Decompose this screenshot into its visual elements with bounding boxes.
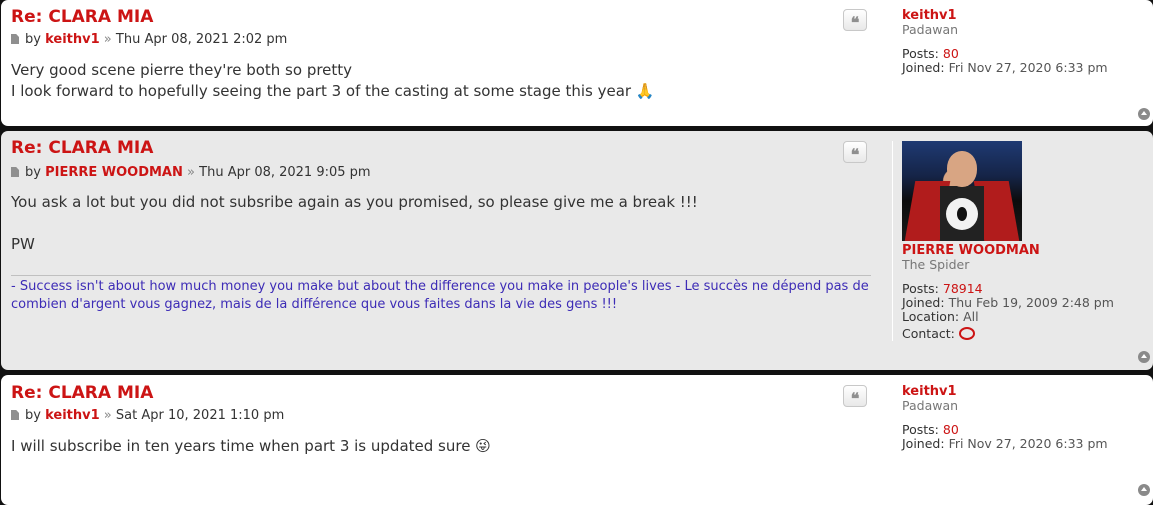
profile-username[interactable]: keithv1 [902, 384, 957, 399]
profile-posts: Posts: 80 [902, 46, 959, 61]
joined-value: Fri Nov 27, 2020 6:33 pm [948, 436, 1108, 451]
joined-label: Joined: [902, 60, 945, 75]
profile-location: Location: All [902, 309, 979, 324]
contact-label: Contact: [902, 326, 955, 341]
post-icon[interactable] [11, 34, 19, 44]
post-date: Sat Apr 10, 2021 1:10 pm [115, 408, 285, 423]
by-label: by [25, 408, 41, 423]
quote-button[interactable]: ❝ [843, 9, 867, 32]
posts-label: Posts: [902, 46, 939, 61]
post-meta: by keithv1 » Thu Apr 08, 2021 2:02 pm [11, 32, 287, 47]
posts-label: Posts: [902, 281, 939, 296]
author-link[interactable]: keithv1 [45, 32, 100, 47]
post-1: Re: CLARA MIA by keithv1 » Thu Apr 08, 2… [1, 0, 1153, 126]
profile-joined: Joined: Thu Feb 19, 2009 2:48 pm [902, 295, 1114, 310]
location-label: Location: [902, 309, 960, 324]
profile-joined: Joined: Fri Nov 27, 2020 6:33 pm [902, 436, 1108, 451]
quote-icon: ❝ [850, 145, 860, 164]
post-meta: by keithv1 » Sat Apr 10, 2021 1:10 pm [11, 408, 284, 423]
quote-button[interactable]: ❝ [843, 141, 867, 164]
signature: - Success isn't about how much money you… [11, 275, 871, 314]
profile-contact: Contact: [902, 326, 975, 341]
profile-joined: Joined: Fri Nov 27, 2020 6:33 pm [902, 60, 1108, 75]
by-label: by [25, 165, 41, 180]
quote-icon: ❝ [850, 13, 860, 32]
profile-rank: Padawan [902, 398, 959, 413]
post-3: Re: CLARA MIA by keithv1 » Sat Apr 10, 2… [1, 375, 1153, 505]
joined-label: Joined: [902, 295, 945, 310]
content-line: I look forward to hopefully seeing the p… [11, 82, 655, 100]
posts-label: Posts: [902, 422, 939, 437]
meta-separator: » [103, 408, 112, 423]
content-line: Very good scene pierre they're both so p… [11, 61, 353, 79]
content-line: You ask a lot but you did not subsribe a… [11, 193, 698, 211]
quote-icon: ❝ [850, 389, 860, 408]
post-icon[interactable] [11, 410, 19, 420]
spider-icon [957, 207, 967, 221]
back-to-top-icon[interactable] [1138, 351, 1150, 363]
profile-username[interactable]: PIERRE WOODMAN [902, 243, 1040, 258]
posts-count-link[interactable]: 78914 [943, 281, 983, 296]
avatar[interactable] [902, 141, 1022, 241]
posts-count-link[interactable]: 80 [943, 46, 959, 61]
joined-value: Fri Nov 27, 2020 6:33 pm [948, 60, 1108, 75]
post-date: Thu Apr 08, 2021 9:05 pm [199, 165, 371, 180]
profile-posts: Posts: 78914 [902, 281, 983, 296]
back-to-top-icon[interactable] [1138, 108, 1150, 120]
meta-separator: » [103, 32, 112, 47]
by-label: by [25, 32, 41, 47]
post-date: Thu Apr 08, 2021 2:02 pm [115, 32, 288, 47]
post-icon[interactable] [11, 167, 19, 177]
author-link[interactable]: PIERRE WOODMAN [45, 165, 183, 180]
back-to-top-icon[interactable] [1138, 484, 1150, 496]
profile-divider [892, 141, 893, 341]
post-content: You ask a lot but you did not subsribe a… [11, 192, 698, 255]
contact-chat-icon[interactable] [958, 327, 975, 340]
profile-username[interactable]: keithv1 [902, 8, 957, 23]
post-content: Very good scene pierre they're both so p… [11, 60, 655, 102]
joined-value: Thu Feb 19, 2009 2:48 pm [948, 295, 1114, 310]
avatar-head [947, 151, 977, 187]
joined-label: Joined: [902, 436, 945, 451]
profile-rank: The Spider [902, 257, 970, 272]
post-2: Re: CLARA MIA by PIERRE WOODMAN » Thu Ap… [1, 131, 1153, 370]
post-title-link[interactable]: Re: CLARA MIA [11, 138, 153, 158]
quote-button[interactable]: ❝ [843, 385, 867, 408]
location-value: All [963, 309, 979, 324]
content-line: I will subscribe in ten years time when … [11, 437, 491, 455]
content-line: PW [11, 235, 35, 253]
post-content: I will subscribe in ten years time when … [11, 436, 491, 457]
profile-posts: Posts: 80 [902, 422, 959, 437]
profile-rank: Padawan [902, 22, 959, 37]
post-title-link[interactable]: Re: CLARA MIA [11, 383, 153, 403]
author-link[interactable]: keithv1 [45, 408, 100, 423]
post-title-link[interactable]: Re: CLARA MIA [11, 7, 153, 27]
meta-separator: » [187, 165, 195, 180]
post-meta: by PIERRE WOODMAN » Thu Apr 08, 2021 9:0… [11, 165, 371, 180]
posts-count-link[interactable]: 80 [943, 422, 959, 437]
